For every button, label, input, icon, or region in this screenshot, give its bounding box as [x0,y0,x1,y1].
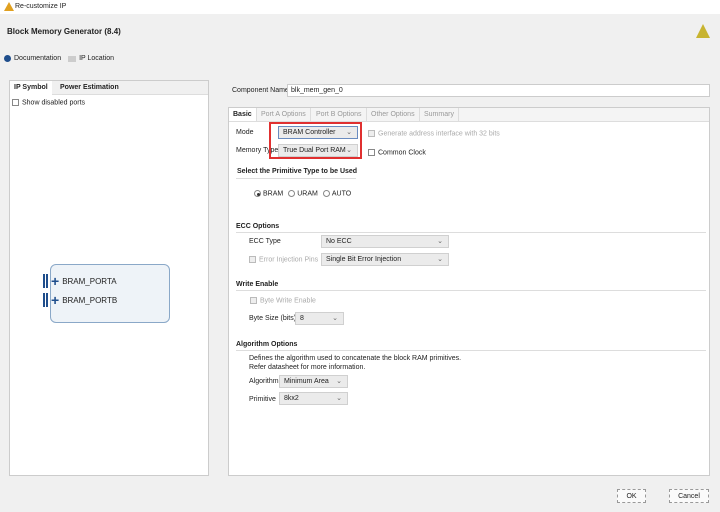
title-bar: Re-customize IP [0,0,720,14]
chevron-down-icon: ⌄ [336,378,342,385]
show-disabled-ports-label: Show disabled ports [22,99,86,107]
chevron-down-icon: ⌄ [437,256,443,263]
generate-address-checkbox [368,130,375,137]
show-disabled-ports-checkbox[interactable] [12,99,19,106]
tab-port-b-options[interactable]: Port B Options [312,108,367,121]
algorithm-description: Defines the algorithm used to concatenat… [249,355,462,362]
primitive-label: Primitive [249,396,276,403]
highlight-box [269,122,362,159]
ecc-section-title: ECC Options [236,223,280,230]
mode-label: Mode [236,129,254,136]
primitive-section-title: Select the Primitive Type to be Used [237,168,358,175]
port-bram-portb[interactable]: + BRAM_PORTB [43,292,117,308]
vivado-logo-icon [4,2,14,11]
primitive-radio-group: BRAM URAM AUTO [254,190,351,197]
primitive-select[interactable]: 8kx2 ⌄ [279,392,348,405]
port-bram-porta[interactable]: + BRAM_PORTA [43,273,117,289]
chevron-down-icon: ⌄ [336,395,342,402]
algorithm-select[interactable]: Minimum Area ⌄ [279,375,348,388]
ok-button[interactable]: OK [617,489,646,503]
port-label: BRAM_PORTA [62,276,117,286]
radio-bram[interactable]: BRAM [254,190,283,197]
algorithm-label: Algorithm [249,378,279,385]
ip-symbol-panel: IP Symbol Power Estimation Show disabled… [9,80,209,476]
error-injection-checkbox [249,256,256,263]
tab-other-options[interactable]: Other Options [367,108,420,121]
cancel-button[interactable]: Cancel [669,489,709,503]
component-name-label: Component Name [232,87,289,94]
ecc-type-label: ECC Type [249,238,281,245]
byte-size-label: Byte Size (bits) [249,315,297,322]
ip-location-link[interactable]: IP Location [79,55,114,62]
window-title: Re-customize IP [15,3,67,10]
page-title: Block Memory Generator (8.4) [7,27,121,36]
tab-port-a-options[interactable]: Port A Options [257,108,311,121]
folder-icon [68,55,77,62]
documentation-link[interactable]: Documentation [14,55,61,62]
radio-auto[interactable]: AUTO [322,190,351,197]
common-clock-checkbox[interactable] [368,149,375,156]
tab-power-estimation[interactable]: Power Estimation [56,81,123,95]
tab-summary[interactable]: Summary [420,108,459,121]
byte-write-enable-checkbox [250,297,257,304]
radio-uram[interactable]: URAM [288,190,318,197]
tab-basic[interactable]: Basic [229,108,257,121]
config-panel: Basic Port A Options Port B Options Othe… [228,107,710,476]
tab-ip-symbol[interactable]: IP Symbol [10,81,52,95]
chevron-down-icon: ⌄ [332,315,338,322]
component-name-input[interactable]: blk_mem_gen_0 [287,84,710,97]
write-enable-section-title: Write Enable [236,281,279,288]
byte-size-select[interactable]: 8 ⌄ [295,312,344,325]
common-clock-label: Common Clock [378,149,426,157]
plus-icon[interactable]: + [51,273,59,289]
chevron-down-icon: ⌄ [437,238,443,245]
ecc-type-select[interactable]: No ECC ⌄ [321,235,449,248]
algorithm-description-2: Refer datasheet for more information. [249,364,366,371]
error-injection-select[interactable]: Single Bit Error Injection ⌄ [321,253,449,266]
port-label: BRAM_PORTB [62,295,118,305]
plus-icon[interactable]: + [51,292,59,308]
xilinx-logo-icon [696,24,710,38]
algorithm-section-title: Algorithm Options [236,341,298,348]
info-icon [4,55,11,62]
